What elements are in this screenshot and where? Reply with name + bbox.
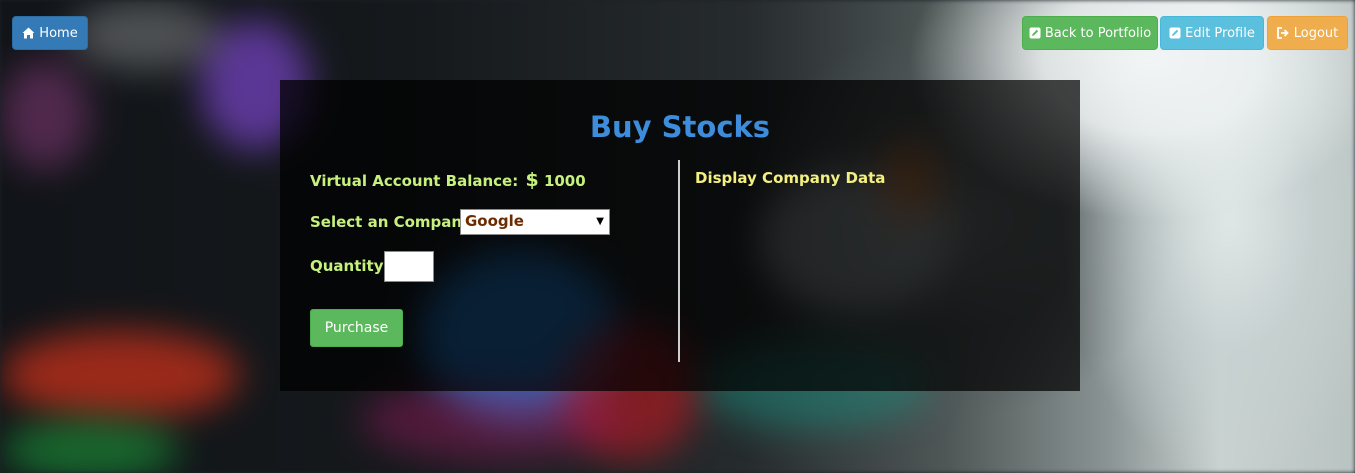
home-label: Home bbox=[39, 25, 78, 41]
page-title: Buy Stocks bbox=[589, 110, 771, 144]
company-select[interactable]: Google ▼ bbox=[460, 209, 610, 235]
currency-symbol: $ bbox=[525, 169, 539, 191]
home-icon bbox=[22, 27, 35, 39]
back-to-portfolio-label: Back to Portfolio bbox=[1044, 25, 1152, 41]
purchase-label: Purchase bbox=[324, 320, 389, 336]
purchase-button[interactable]: Purchase bbox=[310, 309, 403, 347]
logout-icon bbox=[1276, 27, 1290, 39]
dropdown-arrow-icon: ▼ bbox=[596, 216, 604, 227]
quantity-input[interactable] bbox=[384, 251, 434, 282]
edit-profile-label: Edit Profile bbox=[1185, 25, 1255, 41]
company-select-label: Select an Company: bbox=[310, 213, 478, 231]
vertical-divider bbox=[678, 160, 680, 362]
logout-label: Logout bbox=[1293, 25, 1339, 41]
edit-square-icon bbox=[1029, 27, 1041, 39]
buy-stocks-panel: Buy Stocks Virtual Account Balance: $ 10… bbox=[280, 80, 1080, 391]
back-to-portfolio-button[interactable]: Back to Portfolio bbox=[1022, 16, 1158, 50]
edit-square-icon bbox=[1169, 27, 1181, 39]
edit-profile-button[interactable]: Edit Profile bbox=[1160, 16, 1264, 50]
home-button[interactable]: Home bbox=[12, 16, 88, 50]
balance-label: Virtual Account Balance: bbox=[310, 172, 519, 190]
quantity-label: Quantity: bbox=[310, 257, 390, 275]
balance-row: Virtual Account Balance: $ 1000 bbox=[310, 169, 586, 191]
balance-value: 1000 bbox=[543, 172, 586, 190]
company-select-value: Google bbox=[465, 212, 524, 230]
logout-button[interactable]: Logout bbox=[1267, 16, 1348, 50]
company-data-heading: Display Company Data bbox=[695, 169, 886, 187]
